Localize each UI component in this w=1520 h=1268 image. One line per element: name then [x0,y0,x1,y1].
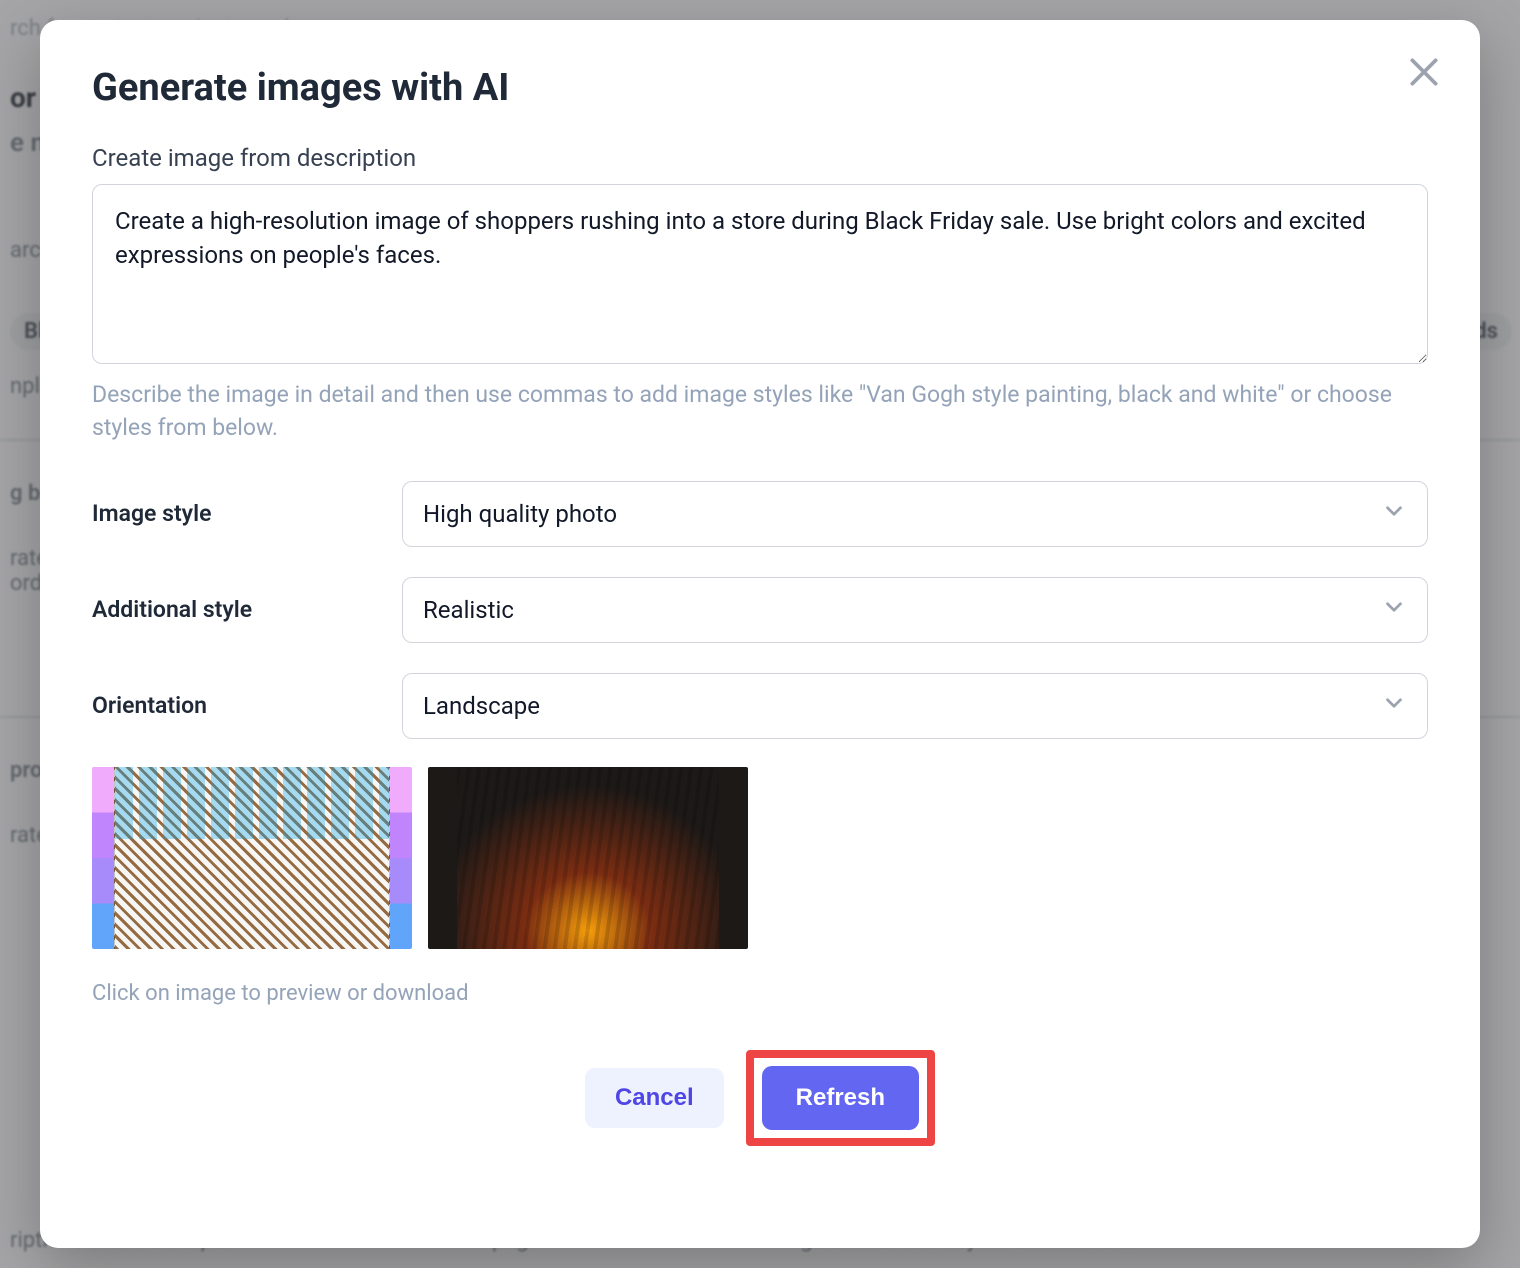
generated-image-2[interactable] [428,767,748,949]
generated-thumbnails [92,767,1428,949]
description-label: Create image from description [92,144,1428,172]
modal-title: Generate images with AI [92,66,1428,110]
description-input[interactable] [92,184,1428,364]
close-icon[interactable] [1404,52,1444,92]
image-style-select[interactable]: High quality photo [402,481,1428,547]
image-style-label: Image style [92,500,402,527]
description-hint: Describe the image in detail and then us… [92,378,1428,445]
generate-image-modal: Generate images with AI Create image fro… [40,20,1480,1248]
chevron-down-icon [1381,498,1407,530]
additional-style-select[interactable]: Realistic [402,577,1428,643]
image-style-value: High quality photo [423,500,617,528]
refresh-highlight-box: Refresh [746,1050,935,1146]
modal-actions: Cancel Refresh [92,1050,1428,1146]
cancel-button[interactable]: Cancel [585,1068,724,1128]
additional-style-value: Realistic [423,596,514,624]
chevron-down-icon [1381,690,1407,722]
generated-image-1[interactable] [92,767,412,949]
chevron-down-icon [1381,594,1407,626]
orientation-select[interactable]: Landscape [402,673,1428,739]
orientation-value: Landscape [423,692,540,720]
preview-hint: Click on image to preview or download [92,981,1428,1006]
refresh-button[interactable]: Refresh [762,1066,919,1130]
additional-style-label: Additional style [92,596,402,623]
orientation-label: Orientation [92,692,402,719]
